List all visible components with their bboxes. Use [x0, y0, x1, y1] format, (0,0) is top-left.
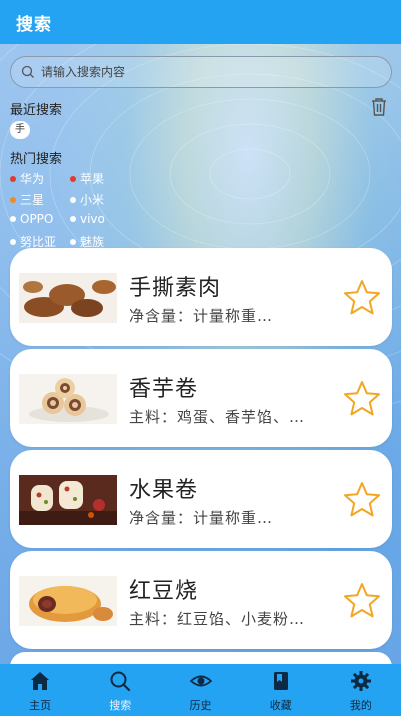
product-subtitle: 主料：红豆馅、小麦粉… [129, 610, 306, 628]
hot-tag-oppo[interactable]: OPPO [10, 212, 53, 226]
search-icon [110, 671, 131, 692]
tab-favorites[interactable]: 收藏 [241, 664, 321, 716]
hot-search-label: 热门搜索 [10, 152, 63, 167]
tab-home[interactable]: 主页 [0, 664, 80, 716]
star-icon[interactable] [343, 380, 381, 416]
book-icon [273, 672, 288, 690]
white-dot-icon [70, 238, 76, 245]
gear-icon [350, 671, 371, 691]
trash-icon[interactable] [368, 96, 390, 118]
bottom-tab-bar: 主页 搜索 历史 收藏 我的 [0, 664, 401, 716]
product-subtitle: 净含量：计量称重… [129, 307, 274, 325]
hot-tag-label: OPPO [20, 212, 54, 226]
star-icon[interactable] [343, 481, 381, 517]
product-card[interactable]: 手撕素肉 净含量：计量称重… [10, 248, 392, 346]
hot-tag-label: 小米 [80, 193, 105, 207]
home-icon [31, 672, 50, 690]
search-bar[interactable] [10, 56, 392, 88]
hot-tag-samsung[interactable]: 三星 [10, 191, 44, 208]
product-image-shredded-meat [19, 273, 117, 323]
hot-tag-label: vivo [80, 212, 105, 226]
red-dot-icon [10, 175, 16, 182]
hot-tag-vivo[interactable]: vivo [70, 212, 105, 226]
hot-tag-label: 苹果 [80, 172, 105, 186]
star-icon[interactable] [343, 582, 381, 618]
tab-label: 主页 [29, 699, 52, 712]
product-card[interactable]: 水果卷 净含量：计量称重… [10, 450, 392, 548]
product-image-red-bean-cake [19, 576, 117, 626]
white-dot-icon [70, 216, 76, 222]
tab-search[interactable]: 搜索 [80, 664, 160, 716]
recent-search-label: 最近搜索 [10, 103, 63, 118]
tab-profile[interactable]: 我的 [321, 664, 401, 716]
product-title: 红豆烧 [129, 579, 199, 604]
white-dot-icon [10, 216, 16, 222]
product-image-fruit-roll [19, 475, 117, 525]
product-subtitle: 主料：鸡蛋、香芋馅、… [129, 408, 306, 426]
orange-dot-icon [10, 196, 16, 203]
hot-tag-label: 三星 [20, 193, 45, 207]
page-title: 搜索 [16, 14, 52, 35]
white-dot-icon [70, 196, 76, 203]
search-input[interactable] [41, 65, 371, 79]
recent-search-chip[interactable]: 手 [10, 121, 30, 139]
tab-history[interactable]: 历史 [160, 664, 240, 716]
product-card[interactable]: 香芋卷 主料：鸡蛋、香芋馅、… [10, 349, 392, 447]
hot-tag-apple[interactable]: 苹果 [70, 170, 104, 187]
red-dot-icon [70, 175, 76, 182]
white-dot-icon [10, 238, 16, 245]
product-title: 香芋卷 [129, 377, 199, 402]
hot-tag-xiaomi[interactable]: 小米 [70, 191, 104, 208]
tab-label: 历史 [189, 699, 212, 712]
star-icon[interactable] [343, 279, 381, 315]
tab-label: 收藏 [269, 699, 292, 712]
hot-tag-huawei[interactable]: 华为 [10, 170, 44, 187]
product-card[interactable]: 红豆烧 主料：红豆馅、小麦粉… [10, 551, 392, 649]
tab-label: 搜索 [109, 699, 132, 712]
tab-label: 我的 [349, 699, 372, 712]
hot-tag-label: 华为 [20, 172, 45, 186]
app-header: 搜索 [0, 0, 401, 44]
product-image-taro-roll [19, 374, 117, 424]
search-icon [21, 65, 34, 78]
product-title: 水果卷 [129, 478, 199, 503]
product-subtitle: 净含量：计量称重… [129, 509, 274, 527]
product-title: 手撕素肉 [129, 276, 222, 301]
eye-icon [189, 675, 212, 687]
